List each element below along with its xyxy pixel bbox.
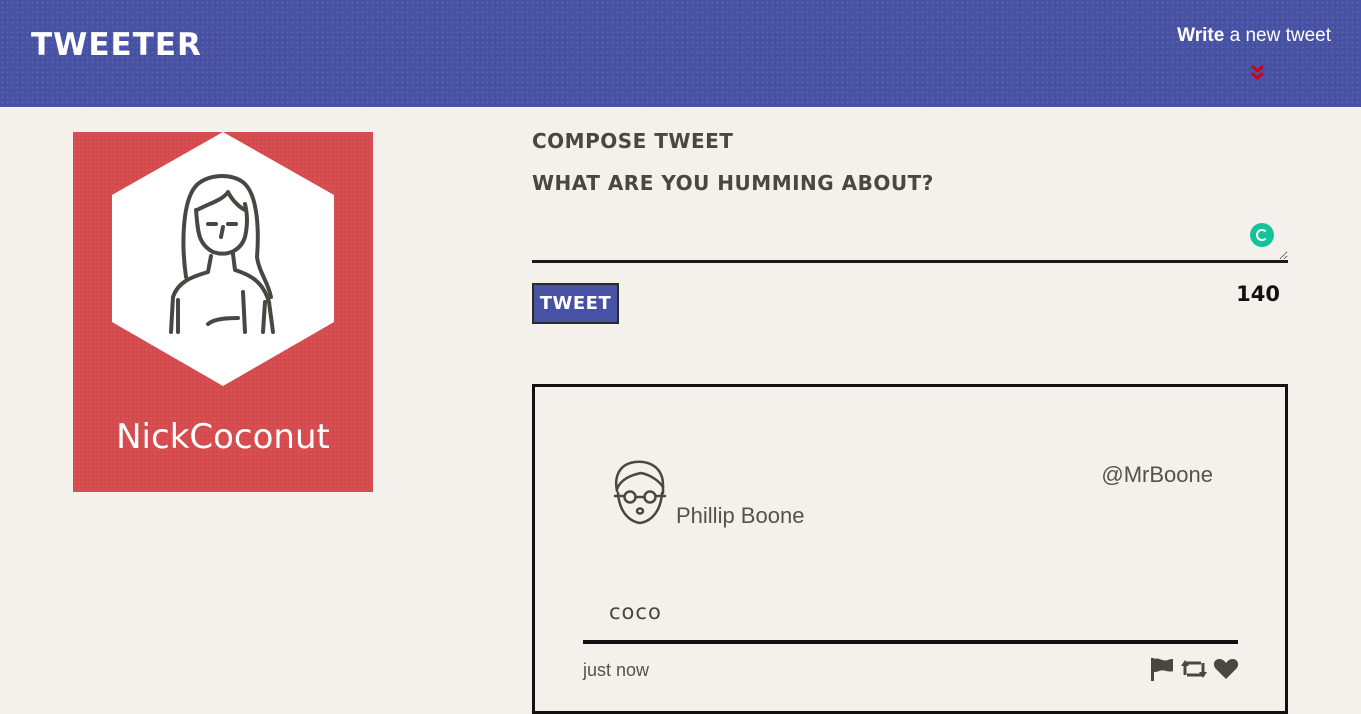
tweet-timestamp: just now bbox=[583, 660, 650, 680]
woman-avatar-icon bbox=[112, 132, 334, 386]
compose-title: Compose Tweet bbox=[532, 129, 734, 153]
tweet-content: coco bbox=[609, 600, 662, 624]
brand-logo[interactable]: TWEETER bbox=[31, 27, 202, 63]
profile-card: NickCoconut bbox=[73, 132, 373, 492]
man-with-glasses-avatar-icon bbox=[613, 460, 667, 525]
tweet-submit-button[interactable]: Tweet bbox=[532, 283, 619, 324]
flag-icon[interactable] bbox=[1149, 657, 1175, 686]
write-new-tweet-toggle[interactable]: Write a new tweet bbox=[1177, 24, 1331, 48]
character-counter: 140 bbox=[1236, 282, 1280, 306]
top-nav: TWEETER Write a new tweet bbox=[0, 0, 1361, 107]
double-chevron-down-icon[interactable] bbox=[1250, 64, 1265, 82]
tweet-textarea[interactable] bbox=[532, 210, 1288, 263]
compose-prompt-label: What are you humming about? bbox=[532, 171, 934, 195]
tweet-author-name: Phillip Boone bbox=[676, 503, 805, 528]
write-label-bold: Write bbox=[1177, 25, 1225, 46]
profile-username: NickCoconut bbox=[116, 417, 330, 457]
tweet-author-handle: @MrBoone bbox=[1101, 462, 1213, 487]
tweet-card: Phillip Boone @MrBoone coco just now bbox=[532, 384, 1288, 714]
heart-icon[interactable] bbox=[1213, 657, 1239, 686]
grammarly-icon[interactable] bbox=[1250, 223, 1274, 247]
retweet-icon[interactable] bbox=[1179, 657, 1209, 686]
write-label-rest: a new tweet bbox=[1224, 25, 1331, 46]
tweet-divider bbox=[583, 640, 1238, 644]
tweet-actions bbox=[1149, 657, 1239, 686]
